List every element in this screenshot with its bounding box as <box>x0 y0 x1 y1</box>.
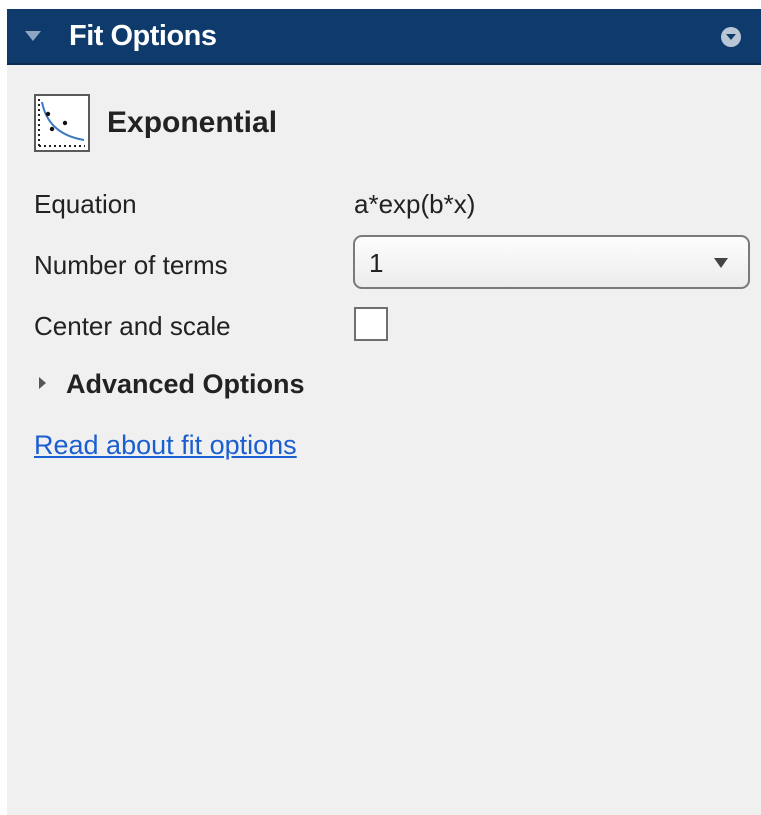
read-about-fit-options-link[interactable]: Read about fit options <box>34 430 297 461</box>
panel-menu-icon[interactable] <box>721 27 741 47</box>
center-and-scale-checkbox[interactable] <box>354 307 388 341</box>
advanced-options-toggle[interactable]: Advanced Options <box>66 369 305 400</box>
exponential-fit-icon <box>34 94 90 152</box>
fit-options-panel: Fit Options Exponential Equation a*exp(b… <box>7 9 761 815</box>
dropdown-arrow-icon <box>714 258 728 268</box>
center-and-scale-label: Center and scale <box>34 311 231 341</box>
number-of-terms-label: Number of terms <box>34 250 228 280</box>
number-of-terms-dropdown[interactable]: 1 <box>353 235 750 289</box>
expand-arrow-icon[interactable] <box>39 377 46 389</box>
equation-label: Equation <box>34 189 137 219</box>
fit-type-name: Exponential <box>107 106 278 139</box>
number-of-terms-value: 1 <box>369 248 384 278</box>
panel-titlebar: Fit Options <box>7 9 761 65</box>
equation-value: a*exp(b*x) <box>354 189 476 219</box>
collapse-icon[interactable] <box>25 31 41 41</box>
panel-title: Fit Options <box>69 20 217 52</box>
